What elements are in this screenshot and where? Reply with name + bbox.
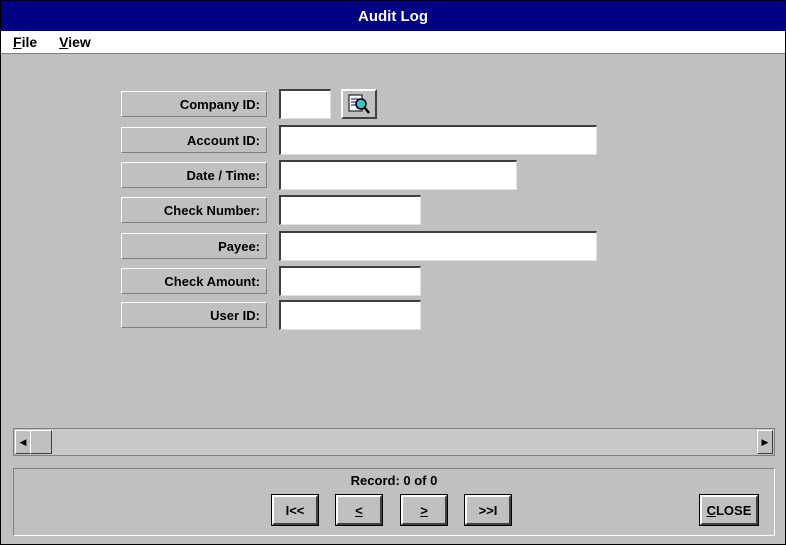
payee-input[interactable] [279, 231, 597, 261]
horizontal-scrollbar[interactable]: ◀ ▶ [13, 428, 775, 456]
previous-record-label: < [355, 502, 363, 518]
menu-file[interactable]: File [1, 34, 47, 50]
check-amount-input[interactable] [279, 266, 421, 296]
form-area: Company ID: Account ID: Date / Time: Che… [1, 54, 785, 544]
company-id-label: Company ID: [121, 91, 267, 117]
title-bar: Audit Log [1, 1, 785, 31]
user-id-label: User ID: [121, 302, 267, 328]
payee-label: Payee: [121, 233, 267, 259]
date-time-input[interactable] [279, 160, 517, 190]
user-id-row: User ID: [121, 300, 421, 330]
check-number-label: Check Number: [121, 197, 267, 223]
check-amount-row: Check Amount: [121, 266, 421, 296]
user-id-input[interactable] [279, 300, 421, 330]
menu-bar: File View [1, 31, 785, 54]
record-counter: Record: 0 of 0 [350, 473, 438, 488]
company-lookup-button[interactable] [341, 89, 377, 119]
scroll-track[interactable] [46, 429, 756, 455]
check-number-input[interactable] [279, 195, 421, 225]
menu-file-rest: ile [21, 34, 38, 50]
date-time-label: Date / Time: [121, 162, 267, 188]
check-number-row: Check Number: [121, 195, 421, 225]
next-record-label: > [420, 502, 428, 518]
company-id-input[interactable] [279, 89, 331, 119]
menu-file-accel: F [13, 34, 22, 50]
company-id-row: Company ID: [121, 89, 377, 119]
account-id-row: Account ID: [121, 125, 597, 155]
menu-view-rest: iew [68, 34, 91, 50]
magnifier-document-icon [348, 94, 370, 114]
scroll-left-arrow-icon[interactable]: ◀ [15, 430, 31, 454]
menu-view-accel: V [59, 34, 69, 50]
audit-log-window: Audit Log File View Company ID: Account … [0, 0, 786, 545]
check-amount-label: Check Amount: [121, 268, 267, 294]
navigation-panel: Record: 0 of 0 I<< < > >>I CLOSE [13, 468, 775, 536]
first-record-button[interactable]: I<< [271, 494, 319, 526]
close-accel: C [706, 502, 716, 518]
menu-view[interactable]: View [47, 34, 101, 50]
next-record-button[interactable]: > [400, 494, 448, 526]
scroll-thumb[interactable] [30, 430, 52, 454]
scroll-right-arrow-icon[interactable]: ▶ [757, 430, 773, 454]
close-rest: LOSE [715, 502, 752, 518]
close-button[interactable]: CLOSE [699, 494, 759, 526]
account-id-label: Account ID: [121, 127, 267, 153]
date-time-row: Date / Time: [121, 160, 517, 190]
previous-record-button[interactable]: < [335, 494, 383, 526]
account-id-input[interactable] [279, 125, 597, 155]
last-record-button[interactable]: >>I [464, 494, 512, 526]
window-title: Audit Log [358, 7, 428, 25]
payee-row: Payee: [121, 231, 597, 261]
